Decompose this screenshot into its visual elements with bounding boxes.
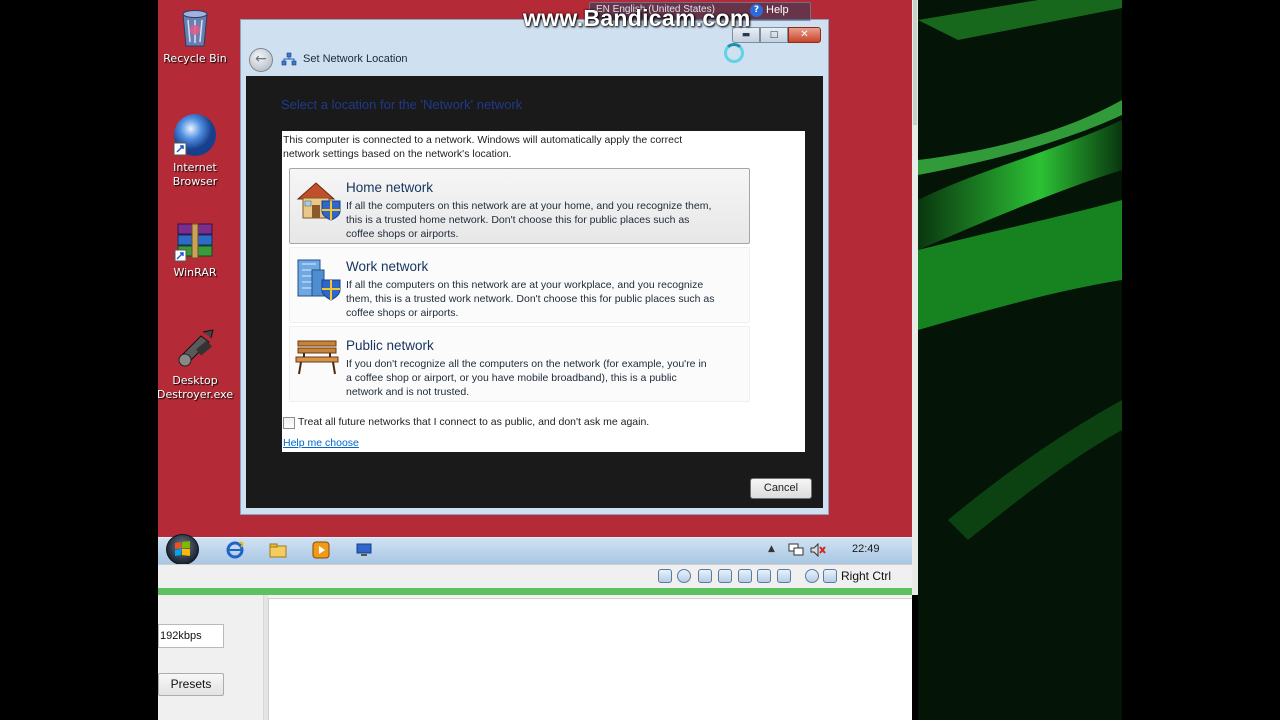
tray-volume-muted-icon[interactable] (810, 543, 826, 557)
show-hidden-icons-arrow-icon[interactable]: ▲ (768, 544, 775, 554)
vm-shared-folders-status-icon[interactable] (738, 569, 752, 583)
work-network-description: If all the computers on this network are… (346, 278, 746, 320)
taskbar-network-icon[interactable] (355, 541, 373, 559)
back-arrow-icon: ← (255, 51, 267, 67)
desktop-icon-internet-browser[interactable]: Internet Browser (157, 113, 233, 189)
presets-button[interactable]: Presets (158, 673, 224, 696)
desktop-icon-desktop-destroyer[interactable]: Desktop Destroyer.exe (157, 328, 233, 402)
description-line: them, this is a trusted work network. Do… (346, 293, 715, 305)
help-icon[interactable]: ? (750, 4, 763, 17)
close-button[interactable]: ✕ (788, 27, 821, 43)
desktop-icon-label: Recycle Bin (163, 52, 227, 65)
internet-browser-icon (173, 114, 216, 156)
network-icon (281, 52, 297, 66)
vm-display-status-icon[interactable] (757, 569, 771, 583)
public-network-title: Public network (346, 338, 434, 353)
taskbar-media-player-icon[interactable] (312, 541, 330, 559)
desktop-icon-winrar[interactable]: WinRAR (157, 222, 233, 280)
right-letterbox (1122, 0, 1280, 720)
public-network-description: If you don't recognize all the computers… (346, 357, 746, 399)
vm-usb-status-icon[interactable] (698, 569, 712, 583)
host-key-label: Right Ctrl (841, 569, 892, 583)
left-letterbox (0, 0, 158, 720)
help-me-choose-link[interactable]: Help me choose (283, 437, 359, 449)
vm-keyboard-capture-icon[interactable] (823, 569, 837, 583)
host-wallpaper (918, 0, 1122, 720)
dialog-title: Set Network Location (303, 53, 408, 65)
desktop-destroyer-icon (178, 329, 214, 367)
work-network-icon (297, 259, 341, 301)
vm-harddisk-status-icon[interactable] (658, 569, 672, 583)
green-wallpaper-swoosh (918, 0, 1122, 540)
treat-networks-public-label[interactable]: Treat all future networks that I connect… (298, 416, 649, 428)
desktop-icon-recycle-bin[interactable]: Recycle Bin (157, 6, 233, 66)
description-line: If you don't recognize all the computers… (346, 358, 707, 370)
maximize-icon: □ (769, 30, 779, 40)
scrollbar-thumb[interactable] (913, 0, 917, 125)
treat-networks-public-checkbox[interactable] (283, 417, 295, 429)
language-bar-help[interactable]: Help (766, 4, 789, 16)
desktop-icon-label: Desktop (172, 374, 218, 387)
desktop-icon-label: Internet (173, 161, 217, 174)
windows-logo-icon (175, 541, 190, 556)
description-line: this is a trusted home network. Don't ch… (346, 214, 690, 226)
description-line: coffee shops or airports. (346, 307, 459, 319)
vm-optical-drive-status-icon[interactable] (677, 569, 691, 583)
description-line: If all the computers on this network are… (346, 279, 704, 291)
intro-line-2: network settings based on the network's … (283, 148, 512, 160)
description-line: network and is not trusted. (346, 386, 470, 398)
winrar-icon (174, 223, 213, 262)
vm-network-status-icon[interactable] (718, 569, 732, 583)
vm-status-bar (158, 564, 912, 588)
maximize-button[interactable]: □ (760, 27, 788, 43)
desktop-icon-label-line2: Browser (172, 175, 218, 188)
home-network-description: If all the computers on this network are… (346, 199, 746, 241)
work-network-title: Work network (346, 259, 429, 274)
vm-mouse-integration-icon[interactable] (805, 569, 819, 583)
public-network-bench-icon (295, 340, 339, 375)
taskbar-ie-icon[interactable] (226, 541, 244, 559)
content-area (268, 598, 912, 720)
busy-cursor-icon (724, 43, 744, 63)
recycle-bin-icon (182, 10, 208, 47)
home-network-title: Home network (346, 180, 434, 195)
close-icon: ✕ (800, 29, 809, 40)
tray-network-icon[interactable] (788, 543, 804, 557)
cancel-button[interactable]: Cancel (750, 478, 812, 499)
desktop-icon-label: WinRAR (173, 266, 217, 279)
vm-recording-status-icon[interactable] (777, 569, 791, 583)
description-line: If all the computers on this network are… (346, 200, 712, 212)
taskbar-clock[interactable]: 22:49 (852, 543, 880, 555)
settings-panel (158, 595, 264, 720)
description-line: coffee shops or airports. (346, 228, 459, 240)
home-network-icon (296, 182, 341, 221)
intro-line-1: This computer is connected to a network.… (283, 134, 683, 146)
dialog-heading: Select a location for the 'Network' netw… (281, 97, 523, 112)
recording-watermark: www.Bandicam.com (523, 5, 751, 31)
taskbar-explorer-icon[interactable] (269, 541, 287, 559)
intro-text: This computer is connected to a network.… (283, 133, 743, 161)
desktop-icon-label-line2: Destroyer.exe (157, 388, 234, 401)
bitrate-field[interactable]: 192kbps (158, 624, 224, 648)
start-button[interactable] (166, 534, 199, 565)
description-line: a coffee shop or airport, or you have mo… (346, 372, 677, 384)
